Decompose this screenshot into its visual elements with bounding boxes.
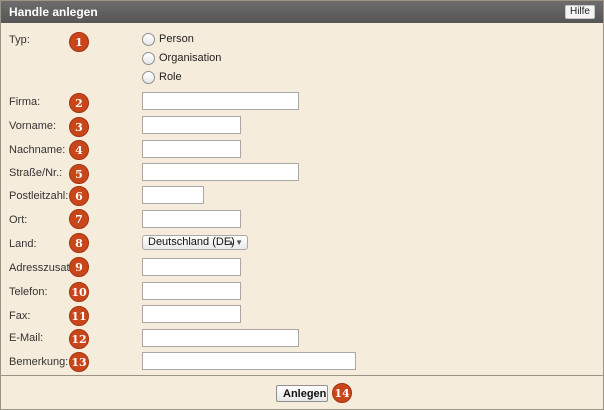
dialog-footer: Anlegen 14 <box>1 375 603 409</box>
marker-8: 8 <box>69 233 89 253</box>
city-field[interactable] <box>142 210 241 228</box>
company-label: Firma: <box>9 96 41 108</box>
firstname-label: Vorname: <box>9 120 57 132</box>
country-label: Land: <box>9 238 37 250</box>
marker-1: 1 <box>69 32 89 52</box>
marker-10: 10 <box>69 282 89 302</box>
marker-14: 14 <box>332 383 352 403</box>
dialog-titlebar: Handle anlegen Hilfe <box>1 1 603 23</box>
type-label: Typ: <box>9 34 30 46</box>
select-arrows-icon: ▲▼ <box>227 238 243 247</box>
dialog-title: Handle anlegen <box>9 5 98 19</box>
radio-role[interactable] <box>142 71 155 84</box>
street-label: Straße/Nr.: <box>9 167 63 179</box>
help-button[interactable]: Hilfe <box>564 5 595 19</box>
radio-role-label: Role <box>159 71 182 83</box>
lastname-label: Nachname: <box>9 144 66 156</box>
country-select-value: Deutschland (DE) <box>148 236 235 248</box>
email-field[interactable] <box>142 329 299 347</box>
company-field[interactable] <box>142 92 299 110</box>
marker-2: 2 <box>69 93 89 113</box>
postcode-field[interactable] <box>142 186 204 204</box>
fax-field[interactable] <box>142 305 241 323</box>
marker-11: 11 <box>69 306 89 326</box>
address-extra-field[interactable] <box>142 258 241 276</box>
marker-4: 4 <box>69 140 89 160</box>
postcode-label: Postleitzahl: <box>9 190 69 202</box>
radio-person[interactable] <box>142 33 155 46</box>
email-label: E-Mail: <box>9 332 44 344</box>
create-button[interactable]: Anlegen <box>276 385 328 402</box>
phone-field[interactable] <box>142 282 241 300</box>
firstname-field[interactable] <box>142 116 241 134</box>
address-extra-label: Adresszusatz: <box>9 262 79 274</box>
marker-9: 9 <box>69 257 89 277</box>
remarks-label: Bemerkung: <box>9 356 69 368</box>
marker-13: 13 <box>69 352 89 372</box>
lastname-field[interactable] <box>142 140 241 158</box>
phone-label: Telefon: <box>9 286 48 298</box>
radio-organisation[interactable] <box>142 52 155 65</box>
marker-12: 12 <box>69 329 89 349</box>
country-select[interactable]: Deutschland (DE) ▲▼ <box>142 235 248 250</box>
marker-7: 7 <box>69 209 89 229</box>
create-handle-dialog: Handle anlegen Hilfe Typ: 1 Person Organ… <box>0 0 604 410</box>
marker-5: 5 <box>69 164 89 184</box>
radio-organisation-label: Organisation <box>159 52 222 64</box>
city-label: Ort: <box>9 214 28 226</box>
remarks-field[interactable] <box>142 352 356 370</box>
radio-person-label: Person <box>159 33 194 45</box>
marker-3: 3 <box>69 117 89 137</box>
street-field[interactable] <box>142 163 299 181</box>
fax-label: Fax: <box>9 310 31 322</box>
marker-6: 6 <box>69 186 89 206</box>
